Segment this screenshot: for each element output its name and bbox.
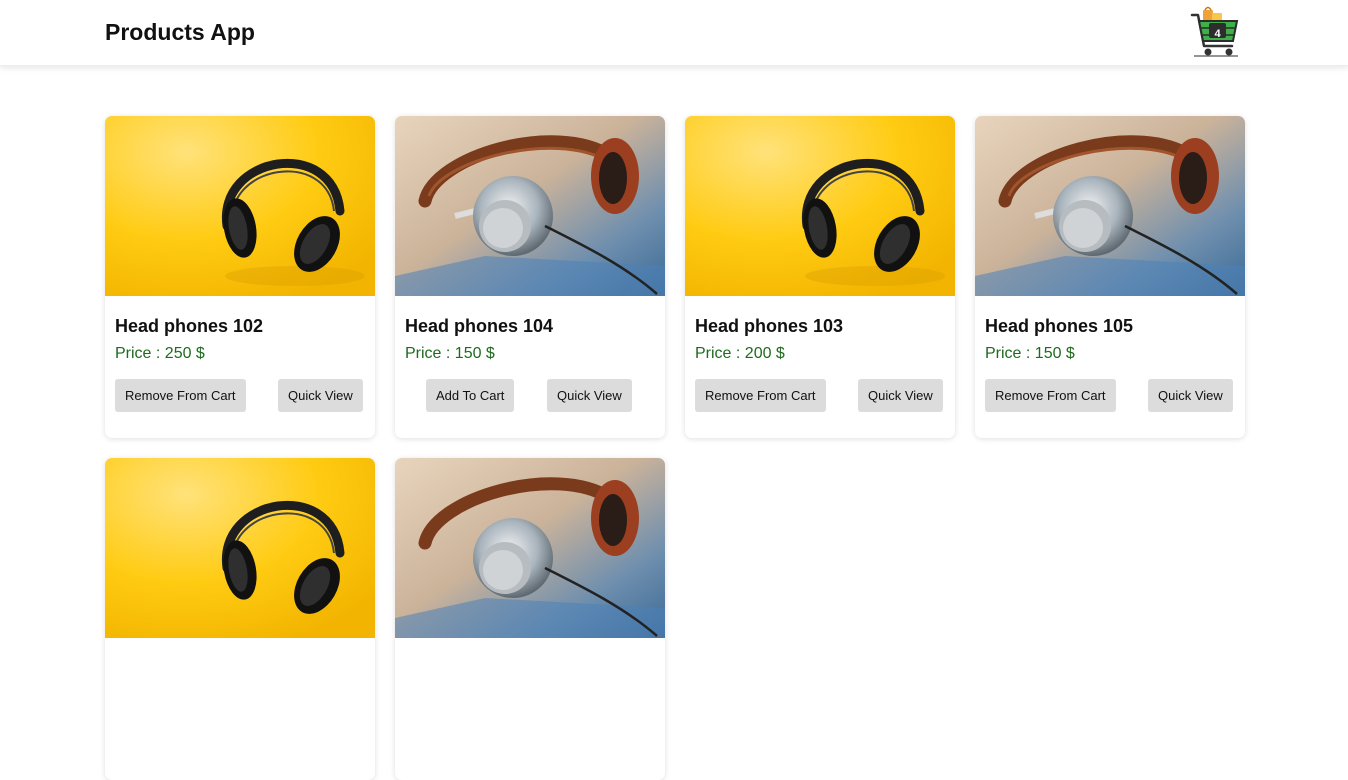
quick-view-button[interactable]: Quick View bbox=[278, 379, 363, 412]
product-image bbox=[105, 458, 375, 638]
product-card: Head phones 103 Price : 200 $ Remove Fro… bbox=[685, 116, 955, 438]
remove-from-cart-button[interactable]: Remove From Cart bbox=[695, 379, 826, 412]
remove-from-cart-button[interactable]: Remove From Cart bbox=[115, 379, 246, 412]
quick-view-button[interactable]: Quick View bbox=[1148, 379, 1233, 412]
product-title: Head phones 104 bbox=[405, 316, 554, 336]
product-title: Head phones 102 bbox=[115, 316, 264, 336]
product-card: Head phones 104 Price : 150 $ Add To Car… bbox=[395, 116, 665, 438]
product-image bbox=[685, 116, 955, 296]
product-price: Price : 150 $ bbox=[985, 345, 1075, 362]
product-card bbox=[105, 458, 375, 780]
product-card: Head phones 105 Price : 150 $ Remove Fro… bbox=[975, 116, 1245, 438]
navbar: Products App 4 bbox=[0, 0, 1348, 66]
product-card: Head phones 102 Price : 250 $ Remove Fro… bbox=[105, 116, 375, 438]
product-price: Price : 150 $ bbox=[405, 345, 495, 362]
cart-button[interactable]: 4 bbox=[1188, 4, 1242, 60]
product-image bbox=[395, 116, 665, 296]
quick-view-button[interactable]: Quick View bbox=[547, 379, 632, 412]
product-card bbox=[395, 458, 665, 780]
product-image bbox=[395, 458, 665, 638]
product-price: Price : 250 $ bbox=[115, 345, 205, 362]
product-price: Price : 200 $ bbox=[695, 345, 785, 362]
add-to-cart-button[interactable]: Add To Cart bbox=[426, 379, 515, 412]
product-image bbox=[975, 116, 1245, 296]
app-title[interactable]: Products App bbox=[105, 19, 255, 46]
quick-view-button[interactable]: Quick View bbox=[858, 379, 943, 412]
product-title: Head phones 103 bbox=[695, 316, 844, 336]
product-image bbox=[105, 116, 375, 296]
product-title: Head phones 105 bbox=[985, 316, 1134, 336]
remove-from-cart-button[interactable]: Remove From Cart bbox=[985, 379, 1116, 412]
cart-count-badge: 4 bbox=[1214, 28, 1221, 40]
